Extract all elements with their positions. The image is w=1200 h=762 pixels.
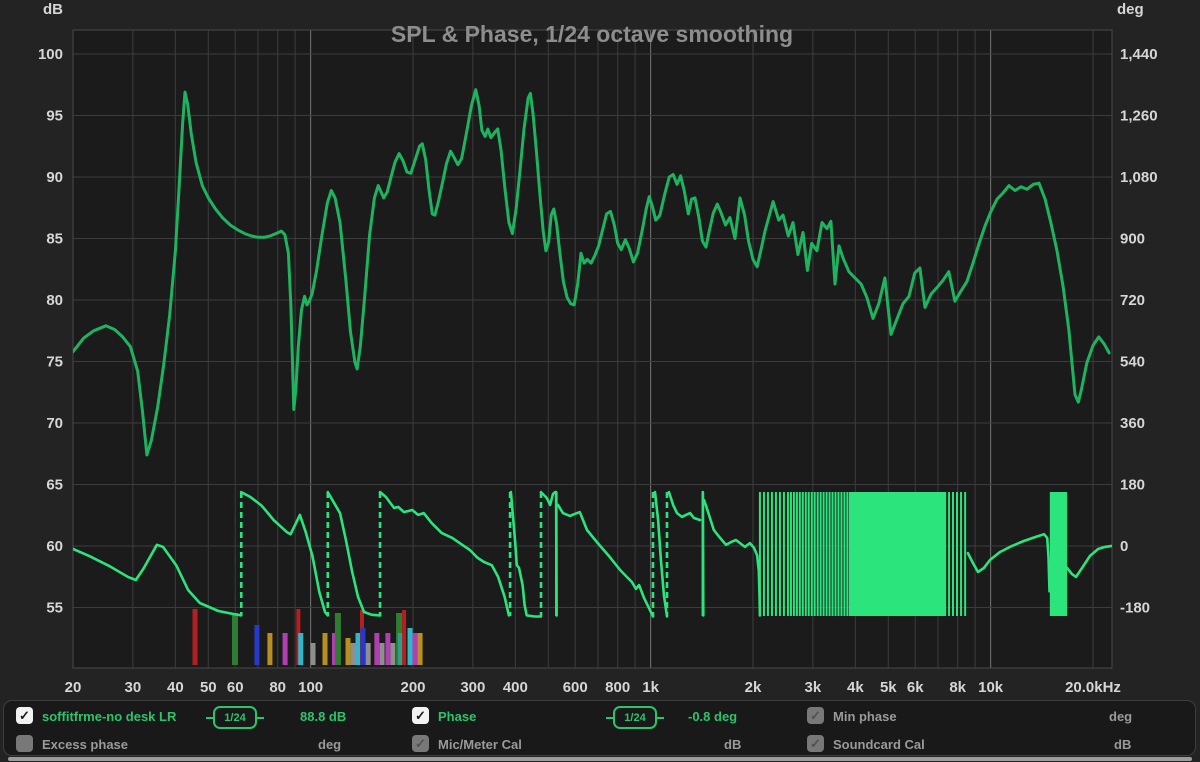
room-mode-marker — [385, 633, 390, 665]
axis-tick-label: 800 — [605, 679, 630, 696]
spl-phase-chart: dB deg 100 95 90 85 80 75 70 65 60 55 1,440 1,260 1,08… — [0, 0, 1200, 700]
soundcard-cal-checkbox[interactable]: ✓ — [807, 735, 824, 752]
axis-tick-label: 6k — [907, 679, 924, 696]
room-mode-marker — [322, 633, 327, 665]
axis-tick-label: 4k — [847, 679, 864, 696]
smoothing-value: 1/24 — [624, 712, 645, 724]
axis-tick-label: 10k — [978, 679, 1004, 696]
room-mode-marker — [254, 625, 259, 665]
axis-tick-label: 400 — [503, 679, 528, 696]
excess-phase-checkbox[interactable]: ✓ — [16, 735, 33, 752]
phase-label[interactable]: Phase — [438, 709, 476, 724]
room-mode-marker — [408, 628, 413, 665]
axis-tick-label: 100 — [298, 679, 323, 696]
legend-panel: ✓ soffitfrme-no desk LR 1/24 88.8 dB ✓ P… — [3, 700, 1196, 756]
phase-smoothing-badge[interactable]: 1/24 — [613, 706, 657, 729]
axis-tick-label: 30 — [125, 679, 142, 696]
room-mode-marker — [232, 613, 238, 665]
legend-row-2: ✓ Excess phase deg ✓ Mic/Meter Cal dB ✓ … — [4, 733, 1195, 757]
axis-tick-label: 55 — [46, 600, 63, 617]
axis-tick-label: 3k — [805, 679, 822, 696]
axis-tick-label: 180 — [1120, 477, 1145, 494]
axis-tick-label: 60 — [46, 538, 63, 555]
room-mode-marker — [366, 643, 371, 665]
axis-tick-label: 360 — [1120, 415, 1145, 432]
axis-tick-label: 20.0kHz — [1065, 679, 1121, 696]
axis-tick-label: 8k — [949, 679, 966, 696]
axis-tick-label: 20 — [65, 679, 82, 696]
mic-meter-cal-unit: dB — [724, 737, 741, 752]
axis-tick-label: 80 — [269, 679, 286, 696]
room-mode-marker — [418, 633, 423, 665]
room-mode-marker — [413, 633, 418, 665]
legend-row-1: ✓ soffitfrme-no desk LR 1/24 88.8 dB ✓ P… — [4, 705, 1195, 729]
phase-value-readout: -0.8 deg — [688, 709, 737, 724]
room-mode-marker — [193, 609, 198, 665]
rew-spl-phase-window: dB deg 100 95 90 85 80 75 70 65 60 55 1,440 1,260 1,08… — [0, 0, 1200, 762]
axis-tick-label: 65 — [46, 477, 63, 494]
axis-tick-label: dB — [43, 1, 63, 18]
mic-meter-cal-checkbox[interactable]: ✓ — [412, 735, 429, 752]
measurement-level-readout: 88.8 dB — [300, 709, 346, 724]
check-icon: ✓ — [415, 707, 426, 724]
excess-phase-label[interactable]: Excess phase — [42, 737, 128, 752]
axis-tick-label: 90 — [46, 169, 63, 186]
measurement-label[interactable]: soffitfrme-no desk LR — [42, 709, 176, 724]
room-mode-marker — [402, 610, 406, 665]
axis-tick-label: 60 — [227, 679, 244, 696]
soundcard-cal-unit: dB — [1114, 737, 1131, 752]
room-mode-marker — [374, 633, 379, 665]
soundcard-cal-label: Soundcard Cal — [833, 737, 925, 752]
check-icon: ✓ — [810, 735, 821, 752]
excess-phase-unit: deg — [318, 737, 341, 752]
axis-tick-label: 2k — [745, 679, 762, 696]
check-icon: ✓ — [810, 707, 821, 724]
smoothing-value: 1/24 — [224, 712, 245, 724]
axis-tick-label: 40 — [167, 679, 184, 696]
axis-tick-label: 200 — [400, 679, 425, 696]
room-mode-marker — [351, 643, 356, 665]
axis-tick-label: 900 — [1120, 231, 1145, 248]
room-mode-marker — [267, 633, 272, 665]
axis-tick-label: deg — [1117, 1, 1144, 18]
axis-tick-label: 1,080 — [1120, 169, 1158, 186]
chart-title: SPL & Phase, 1/24 octave smoothing — [391, 21, 793, 47]
axis-tick-label: 1k — [642, 679, 659, 696]
axis-tick-label: 1,260 — [1120, 108, 1158, 125]
room-mode-marker — [310, 643, 315, 665]
axis-tick-label: 540 — [1120, 354, 1145, 371]
axis-tick-label: 300 — [460, 679, 485, 696]
axis-tick-label: 85 — [46, 231, 63, 248]
room-mode-marker — [346, 638, 351, 665]
measurement-smoothing-badge[interactable]: 1/24 — [213, 706, 257, 729]
measurement-visibility-checkbox[interactable]: ✓ — [16, 707, 33, 724]
axis-tick-label: 70 — [46, 415, 63, 432]
room-mode-marker — [283, 633, 288, 665]
room-mode-marker — [298, 633, 303, 665]
axis-tick-label: -180 — [1120, 600, 1150, 617]
axis-tick-label: 75 — [46, 354, 63, 371]
axis-tick-label: 600 — [563, 679, 588, 696]
room-mode-marker — [360, 628, 365, 665]
axis-tick-label: 50 — [200, 679, 217, 696]
axis-tick-label: 100 — [38, 46, 63, 63]
axis-tick-label: 5k — [880, 679, 897, 696]
min-phase-checkbox[interactable]: ✓ — [807, 707, 824, 724]
min-phase-label: Min phase — [833, 709, 897, 724]
check-icon: ✓ — [19, 707, 30, 724]
window-bottom-edge — [8, 757, 1192, 761]
room-mode-marker — [355, 633, 360, 665]
axis-tick-label: 720 — [1120, 292, 1145, 309]
mic-meter-cal-label: Mic/Meter Cal — [438, 737, 522, 752]
axis-tick-label: 0 — [1120, 538, 1128, 555]
axis-tick-label: 80 — [46, 292, 63, 309]
room-mode-marker — [335, 613, 341, 665]
room-mode-marker — [380, 643, 385, 665]
axis-tick-label: 95 — [46, 108, 63, 125]
check-icon: ✓ — [415, 735, 426, 752]
room-mode-marker — [390, 643, 395, 665]
axis-tick-label: 1,440 — [1120, 46, 1158, 63]
min-phase-unit: deg — [1109, 709, 1132, 724]
phase-visibility-checkbox[interactable]: ✓ — [412, 707, 429, 724]
